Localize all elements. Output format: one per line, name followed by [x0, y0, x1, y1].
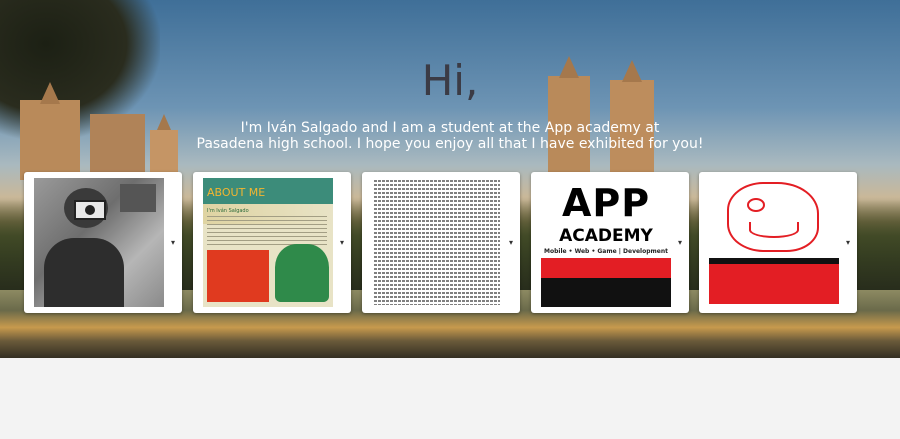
- photo-thumbnail[interactable]: [34, 178, 164, 307]
- chevron-down-icon[interactable]: ▾: [846, 238, 850, 247]
- page-footer-area: [0, 358, 900, 439]
- about-me-thumbnail[interactable]: ABOUT ME I'm Iván Salgado: [203, 178, 333, 307]
- logo-line-academy: ACADEMY: [559, 226, 653, 246]
- gallery-card-app-academy[interactable]: APP ACADEMY Mobile • Web • Game | Develo…: [531, 172, 689, 313]
- logo-tagline: Mobile • Web • Game | Development: [544, 248, 668, 255]
- chevron-down-icon[interactable]: ▾: [340, 238, 344, 247]
- gallery-card-bulldog[interactable]: ▾: [699, 172, 857, 313]
- bulldog-icon: [727, 182, 819, 252]
- hero-banner: Hi, I'm Iván Salgado and I am a student …: [0, 0, 900, 358]
- gallery-card-code[interactable]: ▾: [362, 172, 520, 313]
- page-title: Hi,: [421, 56, 479, 105]
- building-left-2: [90, 110, 145, 180]
- app-academy-logo-thumbnail[interactable]: APP ACADEMY Mobile • Web • Game | Develo…: [541, 178, 671, 307]
- about-me-heading: ABOUT ME: [207, 186, 266, 199]
- chevron-down-icon[interactable]: ▾: [678, 238, 682, 247]
- chevron-down-icon[interactable]: ▾: [509, 238, 513, 247]
- intro-line-2: Pasadena high school. I hope you enjoy a…: [196, 136, 704, 152]
- code-thumbnail[interactable]: [372, 178, 502, 307]
- gallery-card-photo[interactable]: ▾: [24, 172, 182, 313]
- logo-line-app: APP: [561, 181, 651, 225]
- chevron-down-icon[interactable]: ▾: [171, 238, 175, 247]
- intro-text: I'm Iván Salgado and I am a student at t…: [150, 120, 750, 152]
- about-me-name: I'm Iván Salgado: [207, 208, 249, 214]
- camera-icon: [74, 200, 106, 220]
- gallery-card-about-me[interactable]: ABOUT ME I'm Iván Salgado ▾: [193, 172, 351, 313]
- bulldog-logo-thumbnail[interactable]: [709, 178, 839, 307]
- intro-line-1: I'm Iván Salgado and I am a student at t…: [240, 120, 660, 136]
